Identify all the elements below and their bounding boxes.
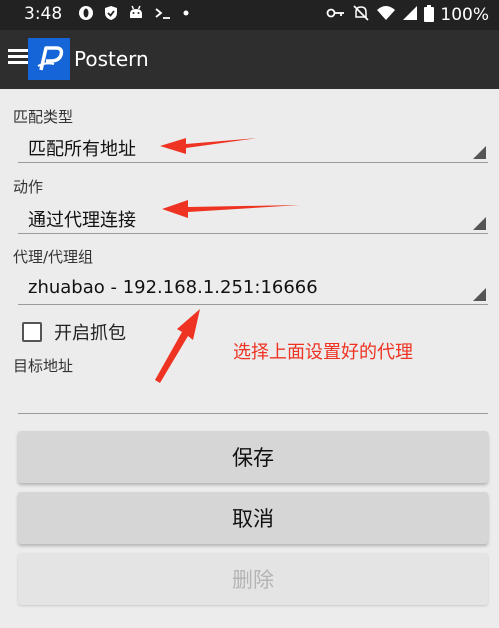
arrow-match-type	[160, 138, 258, 154]
annotation-arrows	[155, 138, 300, 383]
arrow-proxy	[155, 309, 200, 383]
annotation-text: 选择上面设置好的代理	[233, 342, 413, 363]
arrow-action	[162, 200, 300, 218]
